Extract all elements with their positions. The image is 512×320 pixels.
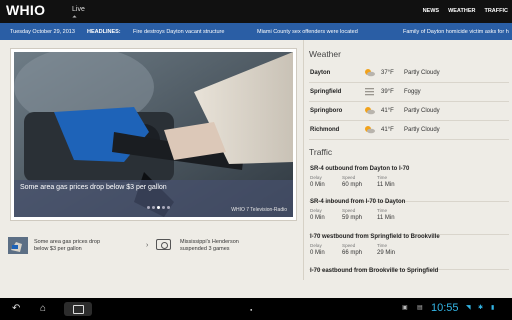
system-navigation-bar: ↶ ⌂ ● ▣ ▤ 10:55 ◥ ✱ ▮ [0, 298, 512, 320]
nav-weather[interactable]: WEATHER [448, 8, 475, 14]
weather-temp: 41°F [381, 108, 394, 114]
carousel-dot[interactable] [162, 206, 165, 209]
gallery-notification-icon[interactable]: ▣ [402, 304, 408, 311]
related-story-item[interactable]: Some area gas prices drop below $3 per g… [8, 237, 148, 257]
route-speed: 59 mph [342, 215, 363, 221]
traffic-section-title: Traffic [309, 147, 333, 157]
traffic-route[interactable]: SR-4 outbound from Dayton to I-70 Delay … [309, 166, 509, 202]
speed-label: Speed [342, 243, 356, 248]
partly-cloudy-icon [365, 69, 375, 77]
time-label: Time [377, 208, 388, 213]
delay-label: Delay [310, 208, 322, 213]
partly-cloudy-icon [365, 126, 375, 134]
ticker-item[interactable]: Fire destroys Dayton vacant structure [133, 29, 224, 35]
route-name: SR-4 inbound from I-70 to Dayton [310, 199, 406, 205]
partly-cloudy-icon [365, 107, 375, 115]
bluetooth-icon: ✱ [478, 305, 484, 311]
route-name: I-70 eastbound from Brookville to Spring… [310, 268, 439, 274]
weather-row[interactable]: Springboro 41°F Partly Cloudy [309, 103, 509, 121]
traffic-route[interactable]: SR-4 inbound from I-70 to Dayton Delay S… [309, 199, 509, 235]
carousel-dot-active[interactable] [157, 206, 160, 209]
featured-story-title[interactable]: Some area gas prices drop below $3 per g… [20, 184, 167, 191]
weather-city: Springfield [310, 89, 342, 95]
recent-apps-button[interactable] [64, 302, 92, 316]
weather-row[interactable]: Richmond 41°F Partly Cloudy [309, 122, 509, 140]
route-time: 11 Min [377, 182, 395, 188]
weather-row[interactable]: Dayton 37°F Partly Cloudy [309, 65, 509, 83]
camera-icon [154, 237, 174, 254]
carousel-indicator [147, 206, 170, 209]
related-story-item[interactable]: Mississippi's Henderson suspended 3 game… [154, 237, 294, 257]
screenshot-notification-icon[interactable]: ▤ [417, 304, 423, 311]
weather-temp: 39°F [381, 89, 394, 95]
battery-icon: ▮ [491, 305, 495, 311]
weather-condition: Partly Cloudy [404, 70, 440, 76]
carousel-dot[interactable] [147, 206, 150, 209]
route-name: I-70 westbound from Springfield to Brook… [310, 234, 440, 240]
related-story-title: Mississippi's Henderson suspended 3 game… [180, 239, 239, 252]
chevron-right-icon: › [146, 242, 149, 249]
route-delay: 0 Min [310, 182, 325, 188]
featured-story-card[interactable]: Some area gas prices drop below $3 per g… [10, 48, 297, 221]
route-time: 11 Min [377, 215, 395, 221]
related-story-title: Some area gas prices drop below $3 per g… [34, 239, 101, 252]
speed-label: Speed [342, 175, 356, 180]
weather-row[interactable]: Springfield 39°F Foggy [309, 84, 509, 102]
time-label: Time [377, 175, 388, 180]
top-nav: NEWS WEATHER TRAFFIC [423, 8, 508, 14]
weather-city: Dayton [310, 70, 331, 76]
route-time: 29 Min [377, 250, 396, 256]
weather-temp: 41°F [381, 127, 394, 133]
time-label: Time [377, 243, 388, 248]
dropdown-caret-icon [72, 15, 77, 20]
carousel-dot[interactable] [167, 206, 170, 209]
weather-temp: 37°F [381, 70, 394, 76]
ticker-heading: HEADLINES: [87, 29, 121, 35]
route-name: SR-4 outbound from Dayton to I-70 [310, 166, 410, 172]
ticker-item[interactable]: Family of Dayton homicide victim asks fo… [403, 29, 509, 35]
ticker-date: Tuesday October 29, 2013 [10, 29, 75, 35]
weather-section-title: Weather [309, 49, 341, 59]
weather-city: Richmond [310, 127, 340, 133]
delay-label: Delay [310, 175, 322, 180]
featured-story-caption: Some area gas prices drop below $3 per g… [14, 180, 293, 217]
photo-credit: WHIO 7 Television-Radio [231, 207, 287, 213]
headline-ticker: Tuesday October 29, 2013 HEADLINES: Fire… [0, 23, 512, 40]
status-clock[interactable]: 10:55 [431, 302, 459, 314]
weather-condition: Partly Cloudy [404, 127, 440, 133]
nav-traffic[interactable]: TRAFFIC [484, 8, 508, 14]
route-delay: 0 Min [310, 250, 325, 256]
carousel-dot[interactable] [152, 206, 155, 209]
weather-condition: Foggy [404, 89, 421, 95]
weather-condition: Partly Cloudy [404, 108, 440, 114]
back-icon[interactable]: ↶ [12, 303, 20, 314]
ticker-item[interactable]: Miami County sex offenders were located [257, 29, 358, 35]
app-header: WHIO Live NEWS WEATHER TRAFFIC [0, 0, 512, 23]
whio-logo[interactable]: WHIO [6, 2, 45, 18]
fog-icon [365, 88, 374, 96]
route-delay: 0 Min [310, 215, 325, 221]
live-dropdown[interactable]: Live [72, 6, 85, 13]
nav-news[interactable]: NEWS [423, 8, 440, 14]
route-speed: 60 mph [342, 182, 363, 188]
pane-divider [303, 40, 304, 280]
home-icon[interactable]: ⌂ [40, 303, 46, 314]
traffic-route[interactable]: I-70 eastbound from Brookville to Spring… [309, 268, 509, 280]
menu-dot-icon[interactable]: ● [250, 307, 252, 312]
delay-label: Delay [310, 243, 322, 248]
route-speed: 66 mph [342, 250, 363, 256]
speed-label: Speed [342, 208, 356, 213]
weather-city: Springboro [310, 108, 343, 114]
related-story-thumbnail [8, 237, 28, 254]
wifi-icon: ◥ [466, 305, 471, 311]
traffic-route[interactable]: I-70 westbound from Springfield to Brook… [309, 234, 509, 270]
